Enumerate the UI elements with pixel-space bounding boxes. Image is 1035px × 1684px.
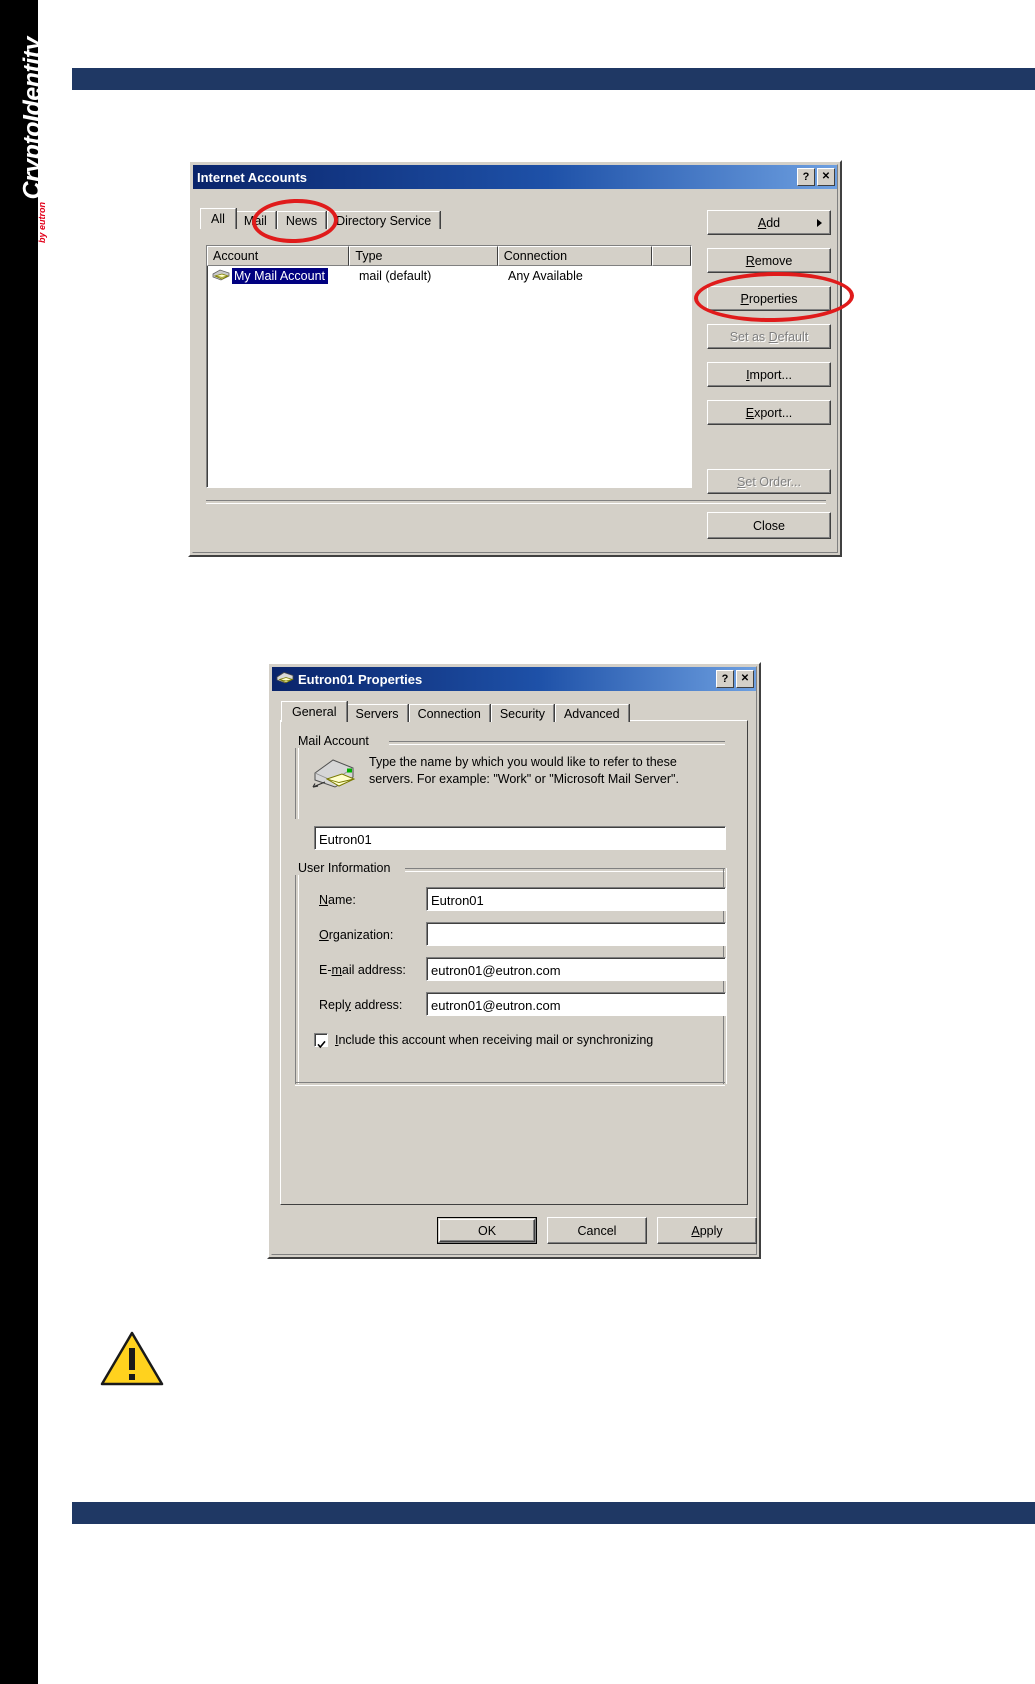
- column-account[interactable]: Account: [207, 246, 350, 266]
- account-properties-title: Eutron01 Properties: [298, 671, 423, 687]
- export-button[interactable]: Export...: [707, 400, 831, 425]
- mail-account-group-border-top: [389, 741, 725, 745]
- add-button[interactable]: Add: [707, 210, 831, 235]
- warning-triangle-icon: [100, 1330, 164, 1388]
- internet-accounts-title: Internet Accounts: [197, 169, 308, 185]
- page-left-bar: CryptoIdentity by eutron: [0, 0, 47, 1684]
- organization-field-label: Organization:: [319, 928, 394, 942]
- set-order-button: Set Order...: [707, 469, 831, 494]
- include-account-checkbox[interactable]: Include this account when receiving mail…: [314, 1033, 654, 1048]
- name-field[interactable]: Eutron01: [426, 887, 726, 911]
- cell-account: My Mail Account: [232, 267, 329, 284]
- chevron-right-icon: [817, 219, 822, 227]
- mail-account-group-border-left: [295, 741, 299, 819]
- tab-mail[interactable]: Mail: [234, 211, 276, 229]
- remove-button[interactable]: Remove: [707, 248, 831, 273]
- tab-servers[interactable]: Servers: [346, 704, 408, 722]
- mail-account-icon: [276, 671, 294, 687]
- header-rule: [72, 68, 1035, 90]
- name-field-label: Name:: [319, 893, 356, 907]
- checkmark-icon: [316, 1036, 326, 1048]
- email-address-field[interactable]: eutron01@eutron.com: [426, 957, 726, 981]
- accounts-listview-header: Account Type Connection: [207, 246, 691, 266]
- column-spacer: [652, 246, 691, 266]
- account-properties-titlebar: Eutron01 Properties ? ✕: [272, 667, 756, 691]
- help-icon[interactable]: ?: [797, 168, 815, 186]
- import-button[interactable]: Import...: [707, 362, 831, 387]
- reply-address-field-label: Reply address:: [319, 998, 403, 1012]
- name-field-value: Eutron01: [431, 892, 484, 908]
- cell-type: mail (default): [359, 268, 432, 283]
- brand-subtitle: by eutron: [37, 201, 47, 243]
- general-tab-page: Mail Account Type the name by which you …: [280, 720, 748, 1205]
- mail-account-name-field[interactable]: Eutron01: [314, 826, 726, 850]
- tab-advanced[interactable]: Advanced: [554, 704, 629, 722]
- tab-all[interactable]: All: [200, 208, 236, 229]
- checkbox-box[interactable]: [314, 1033, 328, 1048]
- user-information-group-border-top: [405, 868, 725, 872]
- properties-button[interactable]: Properties: [707, 286, 831, 311]
- column-type[interactable]: Type: [349, 246, 498, 266]
- internet-accounts-dialog: Internet Accounts ? ✕ All Mail News Dire…: [188, 160, 842, 557]
- internet-accounts-titlebar: Internet Accounts ? ✕: [193, 165, 837, 189]
- user-information-group-label: User Information: [295, 861, 394, 875]
- user-information-group-border-bottom: [295, 1082, 725, 1086]
- add-button-label: dd: [766, 215, 781, 230]
- reply-address-field-value: eutron01@eutron.com: [431, 997, 561, 1013]
- footer-rule: [72, 1502, 1035, 1524]
- tab-general[interactable]: General: [281, 701, 348, 722]
- account-properties-dialog: Eutron01 Properties ? ✕ General Servers …: [267, 662, 761, 1259]
- organization-field[interactable]: [426, 922, 726, 946]
- set-as-default-button: Set as Default: [707, 324, 831, 349]
- accounts-listview[interactable]: Account Type Connection My Mail Account …: [206, 245, 692, 488]
- mail-account-icon: [212, 269, 230, 283]
- ok-button-label: OK: [477, 1223, 497, 1238]
- dialog-separator: [206, 500, 826, 504]
- tab-directory-service[interactable]: Directory Service: [327, 211, 441, 229]
- cancel-button-label: Cancel: [577, 1223, 617, 1238]
- email-address-field-label: E-mail address:: [319, 963, 406, 977]
- help-icon[interactable]: ?: [716, 670, 734, 688]
- mail-account-group-label: Mail Account: [295, 734, 372, 748]
- close-icon[interactable]: ✕: [817, 168, 835, 186]
- tab-security[interactable]: Security: [490, 704, 554, 722]
- include-account-checkbox-label: Include this account when receiving mail…: [335, 1033, 654, 1047]
- close-icon[interactable]: ✕: [736, 670, 754, 688]
- tab-connection[interactable]: Connection: [408, 704, 490, 722]
- cancel-button[interactable]: Cancel: [547, 1217, 647, 1244]
- column-connection[interactable]: Connection: [497, 246, 653, 266]
- account-properties-tabstrip: General Servers Connection Security Adva…: [281, 700, 630, 722]
- reply-address-field[interactable]: eutron01@eutron.com: [426, 992, 726, 1016]
- ok-button[interactable]: OK: [437, 1217, 537, 1244]
- user-information-group-border-left: [295, 868, 299, 1084]
- close-button[interactable]: Close: [707, 512, 831, 539]
- mail-account-name-value: Eutron01: [319, 831, 372, 847]
- apply-button[interactable]: Apply: [657, 1217, 757, 1244]
- cell-connection: Any Available: [508, 268, 583, 283]
- add-button-accel: A: [757, 215, 767, 230]
- mail-server-icon: [311, 755, 357, 795]
- mail-account-description: Type the name by which you would like to…: [369, 755, 679, 786]
- internet-accounts-tabstrip: All Mail News Directory Service: [200, 207, 441, 229]
- tab-news[interactable]: News: [276, 211, 327, 229]
- email-address-field-value: eutron01@eutron.com: [431, 962, 561, 978]
- table-row[interactable]: My Mail Account mail (default) Any Avail…: [207, 266, 691, 285]
